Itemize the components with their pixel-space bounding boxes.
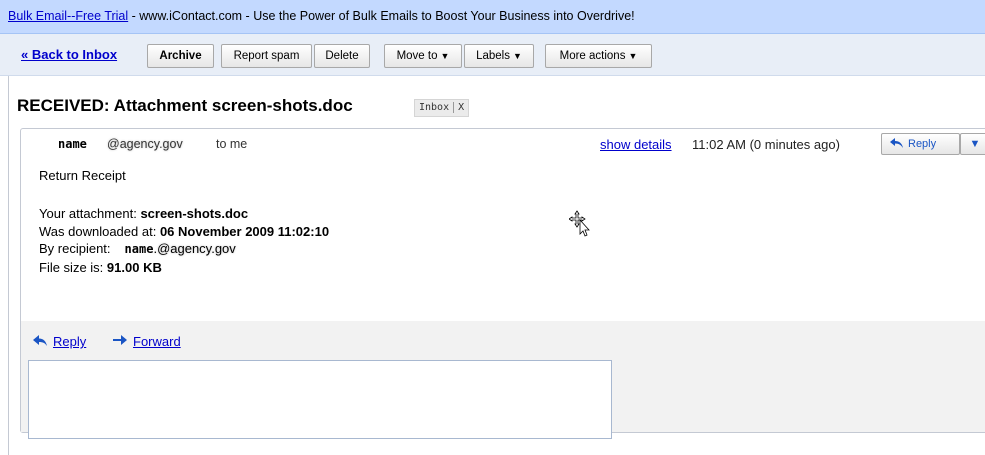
reply-arrow-icon <box>890 138 903 148</box>
message-toolbar: « Back to Inbox Archive Report spam Dele… <box>0 34 985 76</box>
back-to-inbox-link[interactable]: « Back to Inbox <box>21 47 117 62</box>
downloaded-value: 06 November 2009 11:02:10 <box>159 224 330 239</box>
receipt-heading: Return Receipt <box>39 168 126 183</box>
sender-domain: @agency.gov <box>107 137 183 151</box>
show-details-link[interactable]: show details <box>600 137 672 152</box>
sponsored-ad-bar: Bulk Email--Free Trial - www.iContact.co… <box>0 0 985 34</box>
filesize-label: File size is: <box>39 260 104 275</box>
inbox-label-chip: Inbox X <box>414 99 470 117</box>
remove-label-button[interactable]: X <box>453 102 465 113</box>
move-to-label: Move to <box>396 50 438 62</box>
message-header[interactable]: name @agency.gov to me show details 11:0… <box>21 129 985 159</box>
filesize-value: 91.00 KB <box>106 260 162 275</box>
delete-button[interactable]: Delete <box>314 44 370 68</box>
sender-name: name <box>58 137 87 151</box>
archive-button[interactable]: Archive <box>147 44 214 68</box>
message-card: name @agency.gov to me show details 11:0… <box>20 128 985 439</box>
recipient-line: to me <box>216 137 248 151</box>
header-reply-button[interactable]: Reply <box>881 133 960 155</box>
header-reply-label: Reply <box>908 138 937 150</box>
attachment-value: screen-shots.doc <box>140 206 249 221</box>
reply-link[interactable]: Reply <box>53 334 86 349</box>
label-name[interactable]: Inbox <box>419 102 449 113</box>
forward-arrow-icon <box>113 335 127 345</box>
attachment-label: Your attachment: <box>39 206 137 221</box>
ad-separator: - <box>128 9 140 23</box>
dropdown-arrow-icon: ▼ <box>969 138 981 150</box>
ad-title-link[interactable]: Bulk Email--Free Trial <box>8 9 128 23</box>
chevron-down-icon: ▼ <box>440 51 450 61</box>
labels-label: Labels <box>476 50 510 62</box>
chevron-down-icon: ▼ <box>628 51 638 61</box>
move-cursor-icon <box>569 210 590 237</box>
reply-input[interactable] <box>28 360 612 439</box>
more-actions-button[interactable]: More actions ▼ <box>545 44 652 68</box>
downloaded-line: Was downloaded at: 06 November 2009 11:0… <box>39 224 329 239</box>
ad-text: www.iContact.com - Use the Power of Bulk… <box>139 9 635 23</box>
downloaded-label: Was downloaded at: <box>39 224 157 239</box>
reply-area: Reply Forward <box>21 321 985 439</box>
labels-button[interactable]: Labels ▼ <box>464 44 534 68</box>
filesize-line: File size is: 91.00 KB <box>39 260 162 275</box>
attachment-line: Your attachment: screen-shots.doc <box>39 206 248 221</box>
report-spam-button[interactable]: Report spam <box>221 44 312 68</box>
move-to-button[interactable]: Move to ▼ <box>384 44 462 68</box>
more-options-dropdown[interactable]: ▼ <box>960 133 985 155</box>
message-timestamp: 11:02 AM (0 minutes ago) <box>692 137 840 152</box>
reply-arrow-icon <box>33 335 47 346</box>
chevron-down-icon: ▼ <box>512 51 522 61</box>
recipient-line-body: By recipient: name.@agency.gov <box>39 241 236 256</box>
recipient-name: name <box>124 242 154 256</box>
recipient-label: By recipient: <box>39 241 111 256</box>
content-divider <box>8 76 9 455</box>
forward-link[interactable]: Forward <box>133 334 181 349</box>
recipient-domain: .@agency.gov <box>153 241 236 256</box>
more-actions-label: More actions <box>559 50 626 62</box>
message-subject: RECEIVED: Attachment screen-shots.doc <box>17 96 353 115</box>
